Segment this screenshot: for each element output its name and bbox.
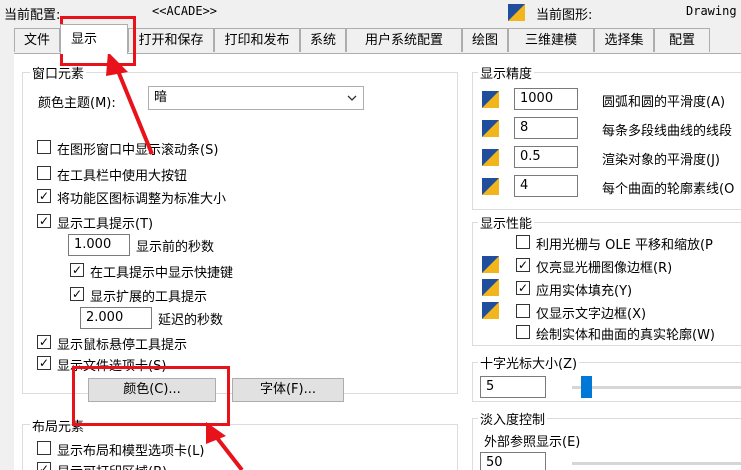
annotation-arrow-icon	[206, 422, 244, 470]
label-text-frame: 仅显示文字边框(X)	[536, 307, 647, 322]
checkbox-show-shortcuts[interactable]: ✓	[70, 263, 84, 277]
checkbox-extended-tooltips[interactable]: ✓	[70, 287, 84, 301]
annotation-arrow-icon	[106, 52, 154, 155]
label-ribbon-icons: 将功能区图标调整为标准大小	[57, 192, 227, 207]
contour-lines-input[interactable]: 4	[514, 175, 578, 197]
label-rollover-tooltips: 显示鼠标悬停工具提示	[57, 338, 188, 353]
checkbox-layout-tabs[interactable]	[37, 441, 51, 455]
drawing-value: Drawing	[686, 4, 737, 18]
checkbox-show-scrollbars[interactable]	[37, 140, 51, 154]
drawing-label: 当前图形:	[536, 8, 593, 23]
checkbox-raster-ole-pan[interactable]	[516, 235, 530, 249]
label-solid-fill: 应用实体填充(Y)	[536, 284, 633, 299]
tab-plot-publish[interactable]: 打印和发布	[214, 28, 300, 52]
checkbox-file-tabs[interactable]: ✓	[37, 356, 51, 370]
drawing-setting-icon	[482, 178, 499, 195]
label-show-shortcuts: 在工具提示中显示快捷键	[90, 266, 234, 281]
extended-delay-label: 延迟的秒数	[158, 313, 224, 328]
profile-value: <<ACADE>>	[152, 4, 218, 18]
highlight-box-colors-button	[72, 366, 230, 426]
polyline-segments-label: 每条多段线曲线的线段	[602, 124, 733, 139]
display-performance-title: 显示性能	[478, 213, 535, 232]
drawing-setting-icon	[482, 302, 499, 319]
label-raster-frame: 仅亮显光栅图像边框(R)	[536, 261, 673, 276]
arc-smoothness-input[interactable]: 1000	[514, 88, 578, 110]
checkbox-printable-area[interactable]: ✓	[37, 462, 51, 470]
checkbox-text-frame[interactable]	[516, 304, 530, 318]
drawing-setting-icon	[482, 279, 499, 296]
render-smoothness-input[interactable]: 0.5	[514, 146, 578, 168]
fonts-button[interactable]: 字体(F)...	[232, 378, 344, 402]
polyline-segments-input[interactable]: 8	[514, 117, 578, 139]
checkbox-rollover-tooltips[interactable]: ✓	[37, 335, 51, 349]
display-resolution-title: 显示精度	[478, 63, 535, 82]
checkbox-raster-frame[interactable]: ✓	[516, 258, 530, 272]
crosshair-size-input[interactable]: 5	[480, 376, 546, 398]
extended-delay-input[interactable]: 2.000	[80, 307, 152, 329]
drawing-setting-icon	[482, 256, 499, 273]
tab-file[interactable]: 文件	[14, 28, 60, 52]
checkbox-true-silhouettes[interactable]	[516, 325, 530, 339]
xref-slider-track[interactable]	[572, 462, 741, 465]
tab-open-save[interactable]: 打开和保存	[128, 28, 214, 52]
crosshair-title: 十字光标大小(Z)	[478, 353, 580, 372]
tab-drafting[interactable]: 绘图	[462, 28, 508, 52]
color-theme-select[interactable]: 暗	[148, 86, 364, 110]
checkbox-solid-fill[interactable]: ✓	[516, 281, 530, 295]
drawing-setting-icon	[482, 91, 499, 108]
label-printable-area: 显示可打印区域(B)	[57, 461, 167, 470]
crosshair-slider-track[interactable]	[572, 386, 741, 389]
label-extended-tooltips: 显示扩展的工具提示	[90, 290, 208, 305]
tooltip-delay-label: 显示前的秒数	[136, 240, 215, 255]
tab-system[interactable]: 系统	[300, 28, 346, 52]
tab-selection[interactable]: 选择集	[594, 28, 654, 52]
label-true-silhouettes: 绘制实体和曲面的真实轮廓(W)	[536, 328, 715, 343]
profile-label: 当前配置:	[4, 8, 61, 23]
drawing-icon	[508, 4, 525, 21]
tab-3d-modeling[interactable]: 三维建模	[508, 28, 594, 52]
tab-display[interactable]: 显示	[60, 24, 128, 54]
fade-control-title: 淡入度控制	[478, 409, 548, 428]
checkbox-show-tooltips[interactable]: ✓	[37, 214, 51, 228]
label-raster-ole-pan: 利用光栅与 OLE 平移和缩放(P	[536, 238, 713, 253]
xref-display-label: 外部参照显示(E)	[484, 435, 581, 450]
render-smoothness-label: 渲染对象的平滑度(J)	[602, 153, 720, 168]
checkbox-large-buttons[interactable]	[37, 166, 51, 180]
xref-fade-input[interactable]: 50	[480, 452, 546, 470]
arc-smoothness-label: 圆弧和圆的平滑度(A)	[602, 95, 726, 110]
label-show-tooltips: 显示工具提示(T)	[57, 217, 154, 232]
drawing-setting-icon	[482, 120, 499, 137]
chevron-down-icon	[347, 95, 357, 101]
tooltip-delay-input[interactable]: 1.000	[68, 234, 130, 256]
contour-lines-label: 每个曲面的轮廓素线(O	[602, 182, 735, 197]
drawing-setting-icon	[482, 149, 499, 166]
tab-user-preferences[interactable]: 用户系统配置	[346, 28, 462, 52]
crosshair-slider-thumb[interactable]	[580, 376, 592, 398]
checkbox-ribbon-icons[interactable]: ✓	[37, 189, 51, 203]
tab-profiles[interactable]: 配置	[654, 28, 710, 52]
label-large-buttons: 在工具栏中使用大按钮	[57, 169, 188, 184]
label-layout-tabs: 显示布局和模型选项卡(L)	[57, 444, 205, 459]
